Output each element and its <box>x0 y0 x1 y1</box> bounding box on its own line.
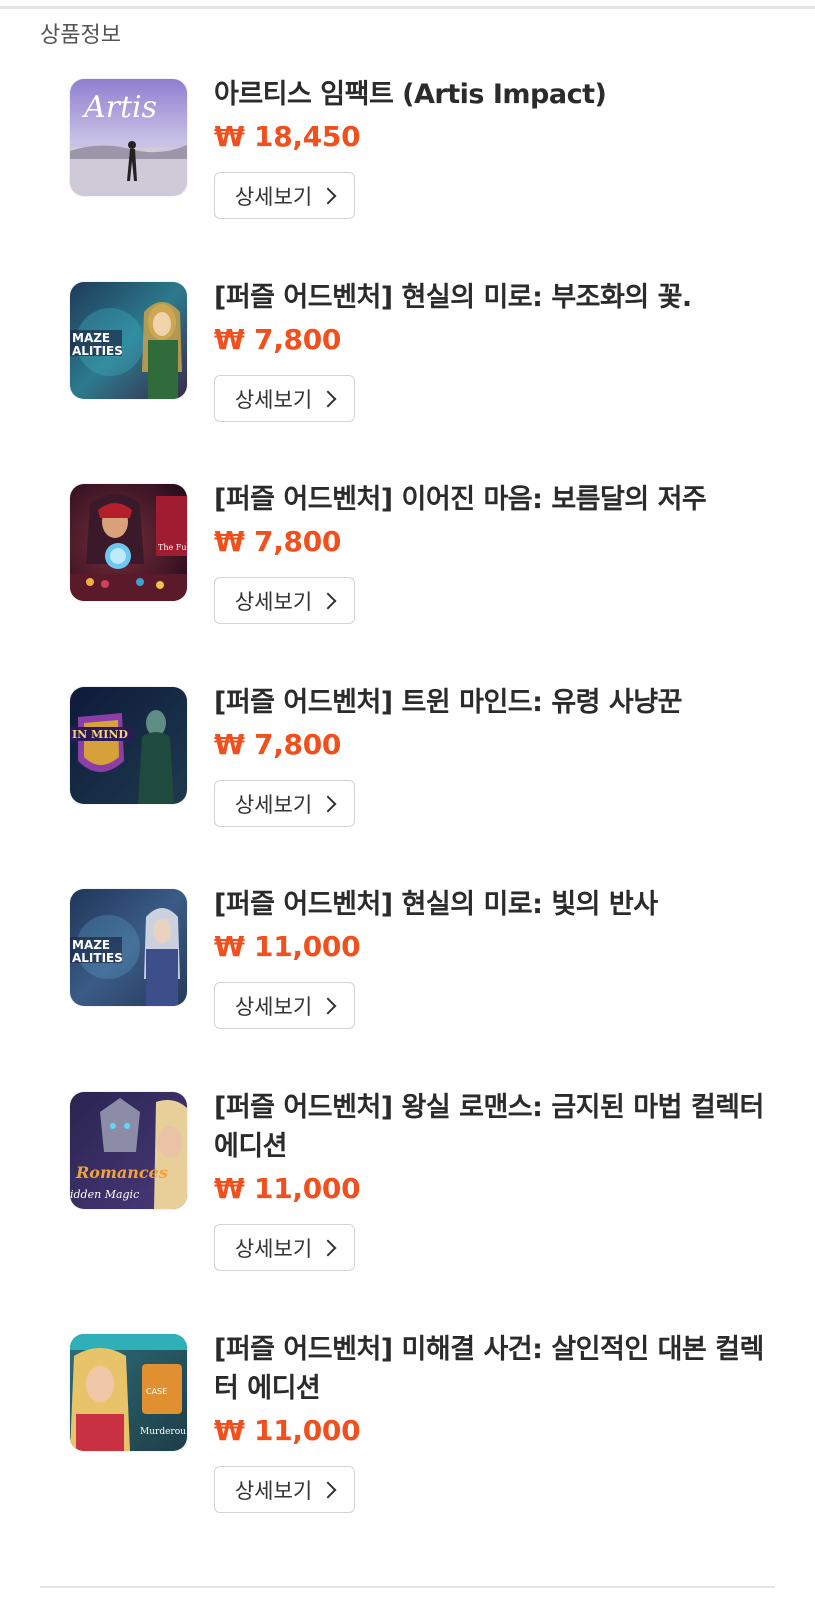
product-price: ₩ 11,000 <box>214 930 361 963</box>
product-info: [퍼즐 어드벤처] 왕실 로맨스: 금지된 마법 컬렉터 에디션 ₩ 11,00… <box>214 1092 784 1271</box>
svg-text:Artis: Artis <box>81 90 157 125</box>
product-price: ₩ 7,800 <box>214 525 342 558</box>
product-info: [퍼즐 어드벤처] 현실의 미로: 빛의 반사 ₩ 11,000 상세보기 <box>214 889 784 1029</box>
view-details-label: 상세보기 <box>234 994 313 1019</box>
svg-text:The Full: The Full <box>158 543 187 552</box>
product-title: [퍼즐 어드벤처] 현실의 미로: 부조화의 꽃. <box>214 282 692 313</box>
product-price: ₩ 7,800 <box>214 728 342 761</box>
product-price: ₩ 18,450 <box>214 120 361 153</box>
chevron-right-icon <box>319 997 337 1014</box>
twin-mind-thumbnail[interactable]: IN MIND <box>70 687 187 804</box>
product-info: [퍼즐 어드벤처] 현실의 미로: 부조화의 꽃. ₩ 7,800 상세보기 <box>214 282 784 422</box>
chevron-right-icon <box>319 1239 337 1256</box>
svg-text:CASE: CASE <box>146 1387 167 1396</box>
product-info: [퍼즐 어드벤처] 트윈 마인드: 유령 사냥꾼 ₩ 7,800 상세보기 <box>214 687 784 827</box>
top-divider <box>0 6 815 9</box>
view-details-button[interactable]: 상세보기 <box>214 780 355 827</box>
view-details-button[interactable]: 상세보기 <box>214 982 355 1029</box>
product-title: 아르티스 임팩트 (Artis Impact) <box>214 79 607 110</box>
svg-text:IN MIND: IN MIND <box>72 728 128 741</box>
product-title: [퍼즐 어드벤처] 이어진 마음: 보름달의 저주 <box>214 484 707 515</box>
view-details-button[interactable]: 상세보기 <box>214 172 355 219</box>
view-details-label: 상세보기 <box>234 1478 313 1503</box>
product-info: 아르티스 임팩트 (Artis Impact) ₩ 18,450 상세보기 <box>214 79 784 219</box>
product-price: ₩ 11,000 <box>214 1414 361 1447</box>
view-details-button[interactable]: 상세보기 <box>214 1466 355 1513</box>
svg-text:ALITIES: ALITIES <box>72 951 123 965</box>
svg-text:MAZE: MAZE <box>72 938 110 952</box>
unsolved-case-thumbnail[interactable]: CASE Murderou <box>70 1334 187 1451</box>
maze-of-realities-thumbnail[interactable]: MAZE ALITIES <box>70 889 187 1006</box>
svg-text:Romances: Romances <box>75 1163 168 1182</box>
artis-impact-thumbnail[interactable]: Artis <box>70 79 187 196</box>
product-title: [퍼즐 어드벤처] 미해결 사건: 살인적인 대본 컬렉터 에디션 <box>214 1334 764 1404</box>
view-details-label: 상세보기 <box>234 792 313 817</box>
svg-text:idden Magic: idden Magic <box>70 1188 139 1201</box>
product-price: ₩ 11,000 <box>214 1172 361 1205</box>
product-title: [퍼즐 어드벤처] 트윈 마인드: 유령 사냥꾼 <box>214 687 682 718</box>
svg-text:ALITIES: ALITIES <box>72 344 123 358</box>
chevron-right-icon <box>319 592 337 609</box>
section-title: 상품정보 <box>40 23 121 48</box>
view-details-label: 상세보기 <box>234 589 313 614</box>
view-details-label: 상세보기 <box>234 184 313 209</box>
chevron-right-icon <box>319 795 337 812</box>
chevron-right-icon <box>319 187 337 204</box>
view-details-button[interactable]: 상세보기 <box>214 375 355 422</box>
maze-of-realities-thumbnail[interactable]: MAZE ALITIES <box>70 282 187 399</box>
fortune-teller-thumbnail[interactable]: The Full <box>70 484 187 601</box>
product-title: [퍼즐 어드벤처] 왕실 로맨스: 금지된 마법 컬렉터 에디션 <box>214 1092 764 1162</box>
bottom-divider <box>40 1586 775 1588</box>
view-details-button[interactable]: 상세보기 <box>214 1224 355 1271</box>
chevron-right-icon <box>319 390 337 407</box>
chevron-right-icon <box>319 1481 337 1498</box>
view-details-button[interactable]: 상세보기 <box>214 577 355 624</box>
product-title: [퍼즐 어드벤처] 현실의 미로: 빛의 반사 <box>214 889 658 920</box>
view-details-label: 상세보기 <box>234 387 313 412</box>
svg-text:MAZE: MAZE <box>72 331 110 345</box>
product-info: [퍼즐 어드벤처] 미해결 사건: 살인적인 대본 컬렉터 에디션 ₩ 11,0… <box>214 1334 784 1513</box>
product-info: [퍼즐 어드벤처] 이어진 마음: 보름달의 저주 ₩ 7,800 상세보기 <box>214 484 784 624</box>
view-details-label: 상세보기 <box>234 1236 313 1261</box>
product-price: ₩ 7,800 <box>214 323 342 356</box>
royal-romances-thumbnail[interactable]: Romances idden Magic <box>70 1092 187 1209</box>
svg-text:Murderou: Murderou <box>140 1427 186 1437</box>
